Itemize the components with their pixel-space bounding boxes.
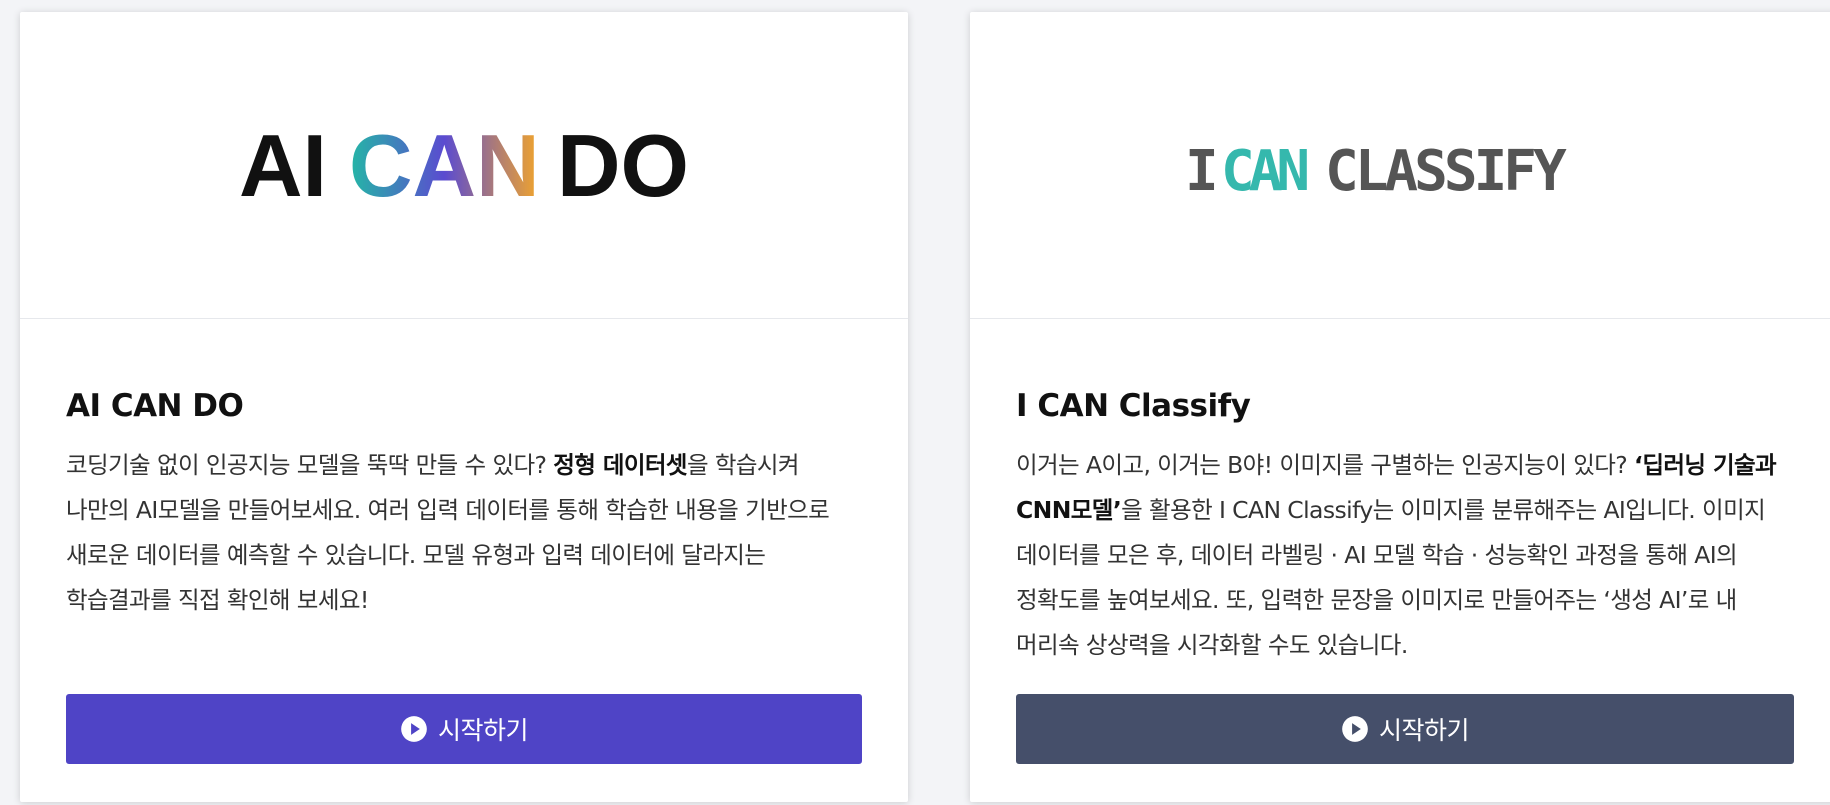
- play-circle-icon: [401, 716, 427, 742]
- card-description: 이거는 A이고, 이거는 B야! 이미지를 구별하는 인공지능이 있다? ‘딥러…: [1016, 451, 1777, 659]
- svg-text:I: I: [1185, 139, 1219, 204]
- svg-text:CAN: CAN: [349, 116, 540, 215]
- card-description: 코딩기술 없이 인공지능 모델을 뚝딱 만들 수 있다? 정형 데이터셋을 학습…: [66, 451, 830, 614]
- card-title: AI CAN DO: [66, 388, 244, 424]
- start-button-label: 시작하기: [437, 716, 529, 745]
- play-circle-icon: [1342, 716, 1368, 742]
- svg-text:CLASSIFY: CLASSIFY: [1325, 139, 1567, 204]
- start-button[interactable]: 시작하기: [1016, 694, 1794, 764]
- start-button[interactable]: 시작하기: [66, 694, 862, 764]
- svg-text:DO: DO: [557, 116, 689, 215]
- card-ai-can-do: AI CAN DO AI CAN DO 코딩기술 없이 인공지능 모델을 뚝딱 …: [20, 12, 908, 802]
- logo-area: I CAN CLASSIFY: [970, 12, 1830, 319]
- ai-can-do-logo: AI CAN DO: [239, 116, 689, 215]
- card-i-can-classify: I CAN CLASSIFY I CAN Classify 이거는 A이고, 이…: [970, 12, 1830, 802]
- svg-text:CAN: CAN: [1221, 139, 1307, 204]
- logo-area: AI CAN DO: [20, 12, 908, 319]
- svg-text:AI: AI: [239, 116, 327, 215]
- i-can-classify-logo: I CAN CLASSIFY: [1185, 139, 1571, 204]
- start-button-label: 시작하기: [1378, 716, 1470, 745]
- card-title: I CAN Classify: [1016, 388, 1251, 424]
